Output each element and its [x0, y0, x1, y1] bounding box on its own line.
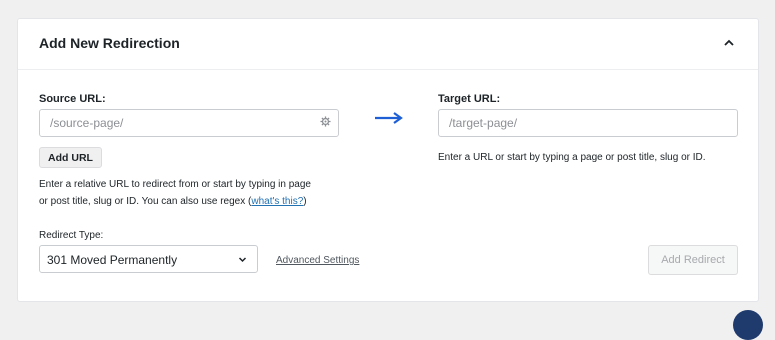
redirect-type-value: 301 Moved Permanently — [47, 253, 178, 267]
source-url-label: Source URL: — [39, 93, 106, 105]
add-redirection-panel: Add New Redirection Source URL: Target U… — [17, 18, 759, 302]
source-help-line2-prefix: or post title, slug or ID. You can also … — [39, 196, 252, 207]
source-help-line1: Enter a relative URL to redirect from or… — [39, 179, 311, 190]
gear-icon — [320, 116, 331, 127]
target-url-input[interactable] — [438, 109, 738, 137]
source-help-line2-suffix: ) — [303, 196, 307, 207]
source-url-input[interactable] — [39, 109, 339, 137]
redirect-type-select[interactable]: 301 Moved Permanently — [39, 245, 258, 273]
source-url-help: Enter a relative URL to redirect from or… — [39, 176, 359, 210]
chevron-down-icon — [238, 257, 247, 263]
help-bubble[interactable] — [733, 310, 763, 340]
chevron-up-icon[interactable] — [722, 38, 736, 48]
arrow-right-icon — [375, 112, 403, 124]
add-url-button[interactable]: Add URL — [39, 147, 102, 168]
whats-this-link[interactable]: what's this? — [251, 196, 303, 207]
redirect-type-label: Redirect Type: — [39, 230, 104, 241]
target-url-help: Enter a URL or start by typing a page or… — [438, 152, 706, 163]
advanced-settings-link[interactable]: Advanced Settings — [276, 255, 359, 266]
target-url-label: Target URL: — [438, 93, 501, 105]
panel-header: Add New Redirection — [18, 19, 758, 70]
panel-title: Add New Redirection — [39, 35, 180, 51]
add-redirect-button[interactable]: Add Redirect — [648, 245, 738, 275]
